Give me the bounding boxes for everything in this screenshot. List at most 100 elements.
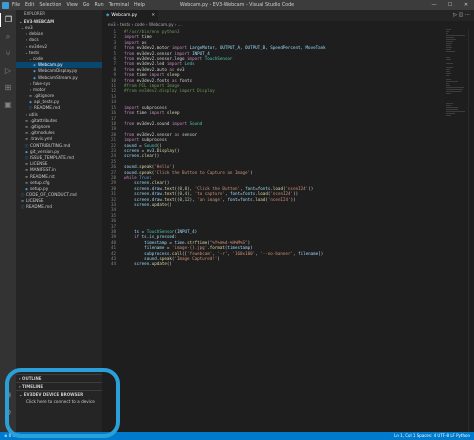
- explorer-header: EXPLORER: [24, 11, 45, 16]
- breadcrumb[interactable]: ev3 › tests › code › Webcam.py › ...: [102, 21, 474, 28]
- menu-item-terminal[interactable]: Terminal: [109, 3, 129, 8]
- code-token: filename: [124, 245, 165, 251]
- code-token: format: [209, 245, 225, 251]
- minimap[interactable]: [446, 29, 466, 116]
- editor-actions: ▷ ◫ ⋯: [453, 10, 470, 21]
- code-token: ts: [124, 229, 140, 235]
- code-token: '--no-banner': [260, 250, 293, 256]
- minimap-line: [446, 105, 452, 106]
- minimap-line: [446, 57, 451, 58]
- code-token: from: [124, 72, 137, 78]
- close-window-icon[interactable]: ✕: [458, 0, 474, 10]
- minimap-line: [446, 109, 459, 110]
- code-token: fonts: [257, 185, 271, 191]
- vertical-scrollbar[interactable]: [468, 29, 474, 432]
- outline-section-header[interactable]: › OUTLINE: [16, 374, 102, 382]
- explorer-icon[interactable]: ❐: [0, 13, 16, 27]
- code-token: ): [217, 256, 220, 262]
- code-token: timestamp: [227, 245, 251, 251]
- code-token: '-r': [217, 250, 228, 256]
- code-token: ): [194, 229, 198, 235]
- code-token: subprocess: [141, 137, 167, 143]
- code-token: Sound: [144, 142, 157, 148]
- menu-bar: File Edit Selection View Go Run Terminal Help: [12, 3, 150, 8]
- search-icon[interactable]: ⌕: [0, 30, 16, 44]
- code-token: import: [166, 61, 185, 67]
- run-icon[interactable]: ▷: [453, 12, 457, 18]
- menu-item-help[interactable]: Help: [134, 3, 145, 8]
- code-token: ): [250, 169, 253, 175]
- code-token: )): [308, 185, 314, 191]
- code-token: #!/usr/bin/env python3: [124, 29, 180, 34]
- split-editor-icon[interactable]: ◫: [459, 12, 464, 18]
- minimap-line: [446, 91, 463, 92]
- outline-label: OUTLINE: [22, 376, 42, 381]
- code-token: =: [164, 245, 172, 251]
- menu-item-edit[interactable]: Edit: [25, 3, 34, 8]
- code-token: sound: [124, 164, 137, 170]
- code-editor[interactable]: 1 #!/usr/bin/env python3 2 import time 3 impo…: [102, 29, 474, 432]
- code-token: LargeMotor, OUTPUT_A, OUTPUT_B, SpeedPer…: [189, 45, 326, 51]
- menu-item-go[interactable]: Go: [83, 3, 90, 8]
- code-token: INPUT_4: [192, 50, 210, 56]
- code-token: ev3dev2.sound: [136, 120, 172, 126]
- menu-item-selection[interactable]: Selection: [39, 3, 61, 8]
- code-token: screen: [124, 153, 140, 159]
- code-token: sound: [124, 256, 157, 262]
- menu-item-file[interactable]: File: [12, 3, 20, 8]
- minimize-icon[interactable]: —: [426, 0, 442, 10]
- timeline-section-header[interactable]: › TIMELINE: [16, 382, 102, 390]
- account-icon[interactable]: ◉: [0, 390, 16, 399]
- code-token: (): [156, 142, 162, 148]
- minimap-line: [446, 37, 455, 38]
- extensions-icon[interactable]: ⊞: [0, 81, 16, 95]
- manage-gear-icon[interactable]: ⚙: [0, 408, 16, 417]
- code-token: as: [174, 131, 183, 137]
- menu-item-run[interactable]: Run: [94, 3, 103, 8]
- source-control-icon[interactable]: ⑂: [0, 47, 16, 61]
- code-token: ev3dev2.sensor: [136, 50, 175, 56]
- workspace-header[interactable]: ⌄ EV3-WEBCAM: [16, 18, 102, 25]
- minimap-line: [446, 93, 451, 94]
- minimap-line: [446, 71, 450, 72]
- code-token: :: [174, 234, 177, 240]
- code-token: )): [290, 196, 296, 202]
- code-token: draw: [151, 196, 162, 202]
- ev3-device-browser-header[interactable]: ⌄ EV3DEV DEVICE BROWSER: [16, 390, 102, 398]
- minimap-line: [446, 43, 452, 44]
- minimap-line: [446, 111, 465, 112]
- code-token: import: [187, 56, 205, 62]
- maximize-icon[interactable]: ☐: [442, 0, 458, 10]
- close-tab-icon[interactable]: ✕: [151, 10, 155, 21]
- code-token: :: [149, 174, 152, 180]
- run-debug-icon[interactable]: ▷: [0, 64, 16, 78]
- code-token: 'fswebcam': [187, 250, 213, 256]
- tree-file[interactable]: ⓘ README.md: [16, 204, 102, 210]
- minimap-line: [446, 29, 452, 30]
- ev3-device-browser-label: EV3DEV DEVICE BROWSER: [23, 392, 84, 397]
- code-token: from: [124, 131, 137, 137]
- code-token: import: [124, 39, 142, 45]
- more-actions-icon[interactable]: ⋯: [465, 12, 470, 18]
- code-token: (): [164, 180, 170, 186]
- code-token: (): [166, 261, 172, 267]
- code-token: Sound: [189, 120, 203, 126]
- workspace-name: EV3-WEBCAM: [23, 19, 55, 24]
- menu-item-view[interactable]: View: [66, 3, 77, 8]
- editor-tabs: ◆ Webcam.py ✕ ▷ ◫ ⋯: [102, 10, 474, 21]
- code-token: draw: [151, 185, 162, 191]
- code-token: from: [124, 50, 137, 56]
- minimap-line: [446, 59, 452, 60]
- code-token: sound: [124, 169, 137, 175]
- connect-device-link[interactable]: Click here to connect to a device: [16, 398, 102, 405]
- editor-status[interactable]: Ln 1, Col 1 Spaces: 4 UTF-8 LF Python: [394, 432, 470, 440]
- code-token: text: [164, 191, 175, 197]
- problems-status[interactable]: ⊗ 0 ⚠ 0: [4, 432, 20, 440]
- minimap-line: [446, 113, 456, 114]
- code-token: is_pressed: [149, 234, 175, 240]
- explorer-sidebar: EXPLORER ⌄ EV3-WEBCAM ⌄ ev3 › debian › docs › e…: [16, 10, 102, 432]
- tab-webcam-py[interactable]: ◆ Webcam.py ✕: [102, 10, 158, 21]
- code-token: ),: [187, 191, 195, 197]
- code-token: speak: [159, 256, 172, 262]
- ev3-icon[interactable]: ▣: [0, 98, 16, 112]
